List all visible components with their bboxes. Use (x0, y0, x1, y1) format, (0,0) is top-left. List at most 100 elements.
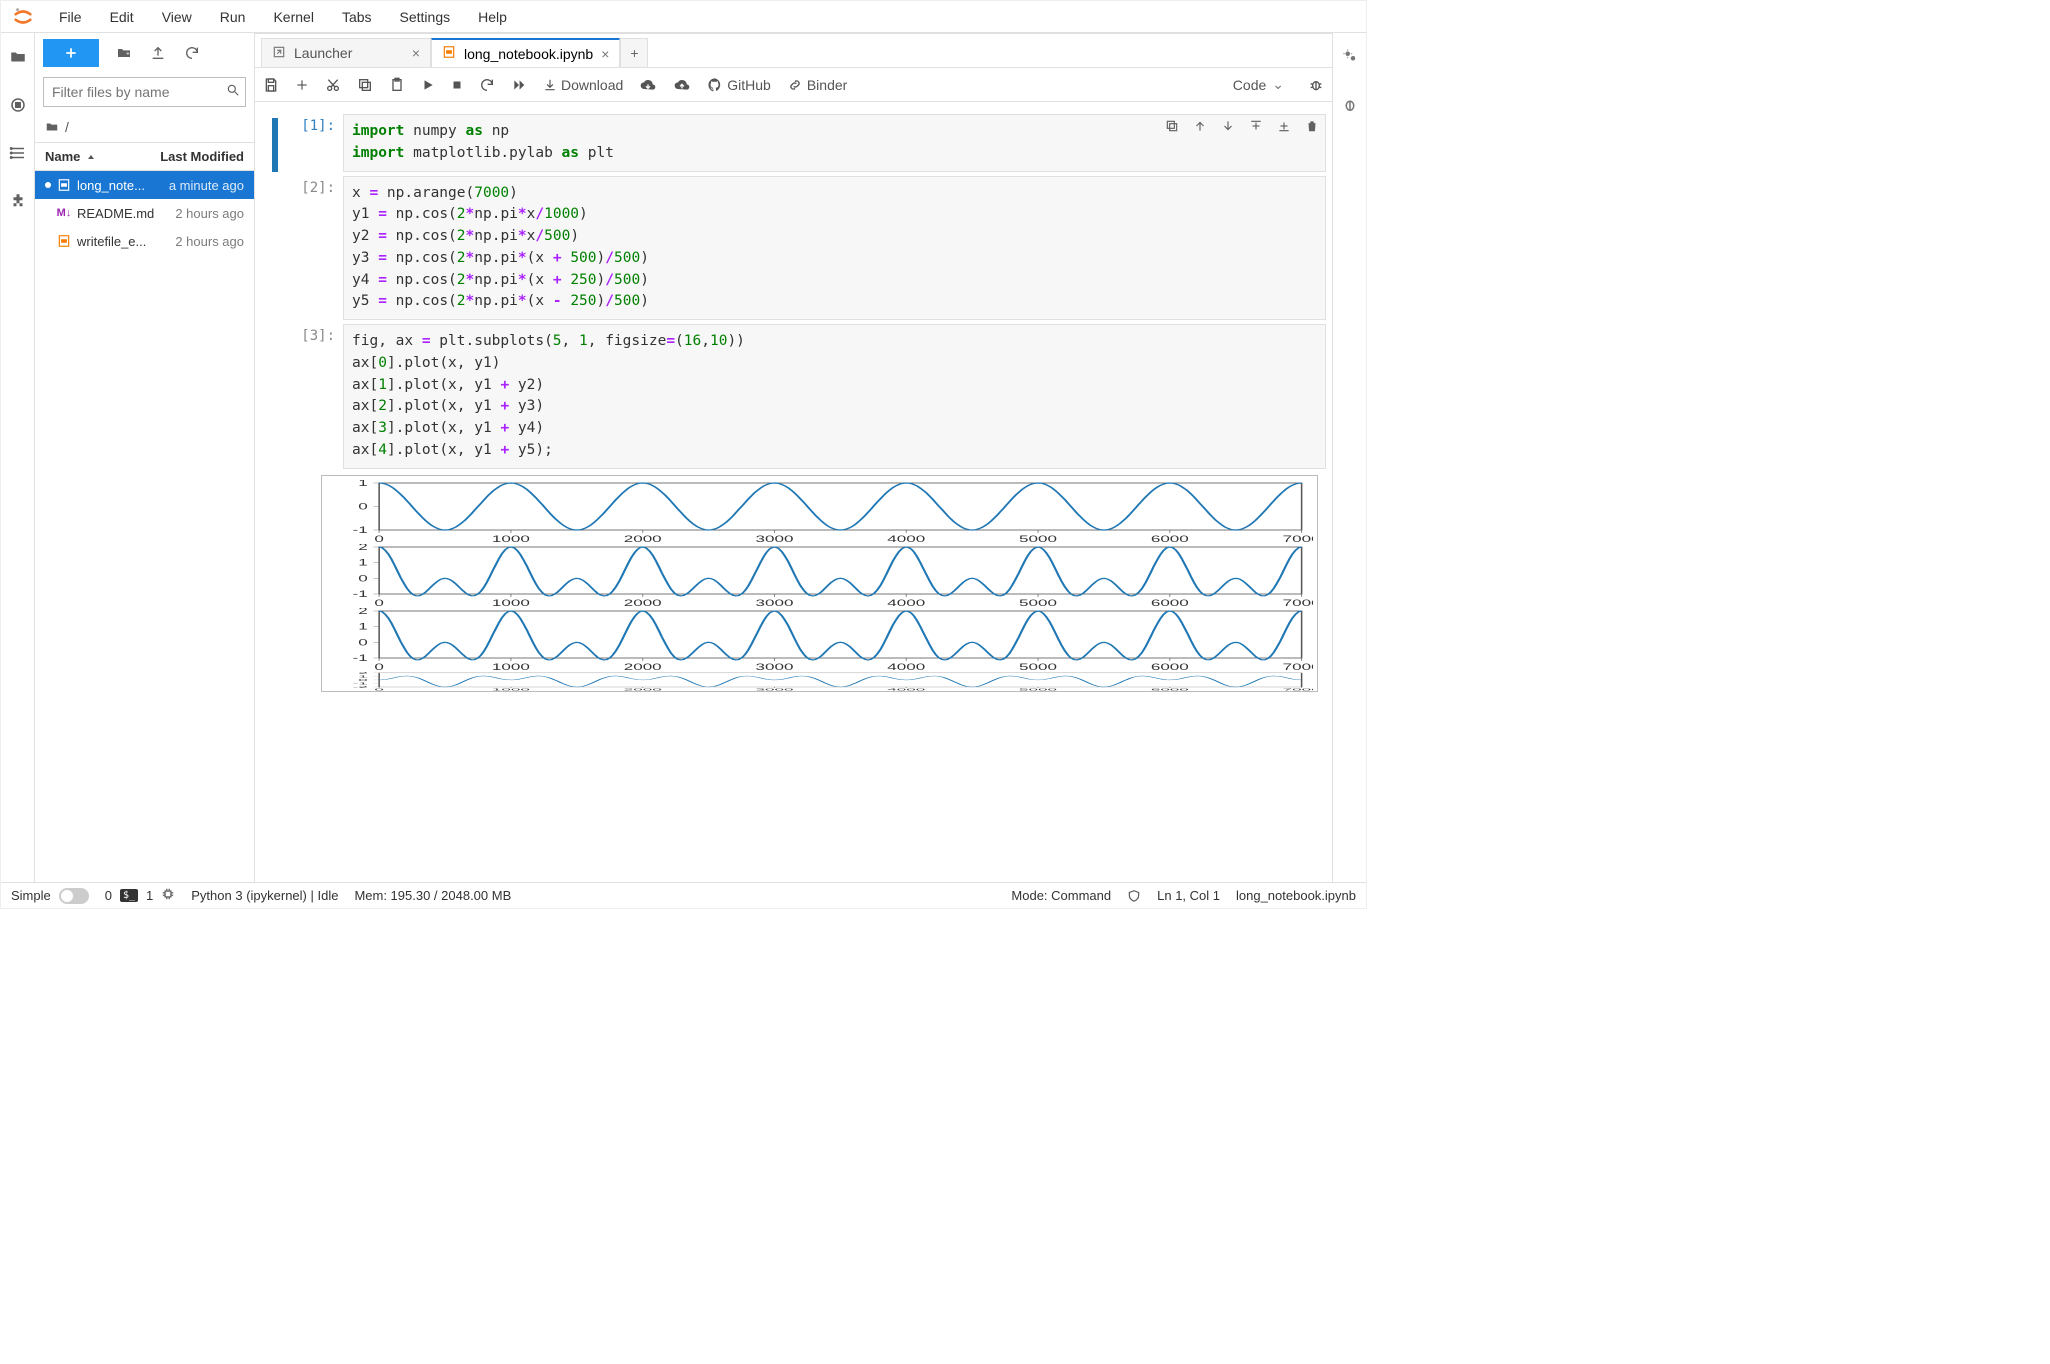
close-icon[interactable]: × (412, 45, 420, 61)
file-row[interactable]: writefile_e...2 hours ago (35, 227, 254, 255)
extensions-icon[interactable] (8, 191, 28, 211)
running-icon[interactable] (8, 95, 28, 115)
menu-kernel[interactable]: Kernel (259, 5, 327, 29)
kernels-count[interactable]: 1 (146, 888, 153, 903)
copy-icon[interactable] (357, 77, 373, 93)
menubar: FileEditViewRunKernelTabsSettingsHelp (1, 1, 1366, 33)
exec-prompt: [3]: (289, 324, 343, 469)
file-row[interactable]: M↓README.md2 hours ago (35, 199, 254, 227)
file-name: long_note... (77, 178, 145, 193)
upload-icon[interactable] (149, 44, 167, 62)
delete-icon[interactable] (1305, 119, 1319, 141)
cut-icon[interactable] (325, 77, 341, 93)
property-inspector-icon[interactable] (1341, 47, 1359, 68)
debug-icon[interactable] (1308, 77, 1324, 93)
svg-text:7000: 7000 (1283, 598, 1313, 608)
simple-toggle[interactable]: Simple (11, 888, 89, 904)
markdown-icon: M↓ (57, 206, 71, 220)
file-browser: + / Name Last Modified long_note...a min… (35, 33, 255, 882)
plot-output: -10101000200030004000500060007000 -10120… (321, 475, 1318, 692)
svg-text:6000: 6000 (1151, 688, 1189, 691)
add-tab-button[interactable]: + (620, 38, 648, 67)
col-name: Name (45, 149, 80, 164)
right-activity-rail (1332, 33, 1366, 882)
kernel-status[interactable]: Python 3 (ipykernel) | Idle (191, 888, 338, 903)
search-icon (226, 83, 240, 100)
svg-text:6000: 6000 (1151, 598, 1189, 608)
stop-icon[interactable] (451, 79, 463, 91)
file-name: writefile_e... (77, 234, 146, 249)
code-cell[interactable]: [3]:fig, ax = plt.subplots(5, 1, figsize… (261, 324, 1326, 469)
file-list: long_note...a minute agoM↓README.md2 hou… (35, 171, 254, 882)
tab-label: long_notebook.ipynb (464, 46, 593, 62)
toggle-icon[interactable] (59, 888, 89, 904)
svg-text:4000: 4000 (887, 598, 925, 608)
svg-text:1: 1 (358, 480, 368, 488)
work-area: Launcher× long_notebook.ipynb × + Download … (255, 33, 1332, 882)
menu-help[interactable]: Help (464, 5, 521, 29)
fast-forward-icon[interactable] (511, 78, 527, 92)
cell-input[interactable]: import numpy as np import matplotlib.pyl… (343, 114, 1326, 172)
file-list-header[interactable]: Name Last Modified (35, 143, 254, 171)
save-icon[interactable] (263, 77, 279, 93)
download-button[interactable]: Download (543, 77, 623, 93)
terminals-count[interactable]: 0 (105, 888, 112, 903)
insert-above-icon[interactable] (1249, 119, 1263, 141)
svg-text:5000: 5000 (1019, 598, 1057, 608)
breadcrumb[interactable]: / (35, 111, 254, 143)
notebook-area[interactable]: [1]: import numpy as np import matplotli… (255, 102, 1332, 882)
cloud-download-icon[interactable] (639, 77, 657, 93)
celltype-select[interactable]: Code ⌄ (1233, 76, 1284, 93)
run-icon[interactable] (421, 78, 435, 92)
file-row[interactable]: long_note...a minute ago (35, 171, 254, 199)
tab-long-notebook-ipynb[interactable]: long_notebook.ipynb × (431, 38, 620, 67)
svg-text:6000: 6000 (1151, 662, 1189, 672)
folder-icon[interactable] (8, 47, 28, 67)
menu-run[interactable]: Run (206, 5, 260, 29)
insert-below-icon[interactable] (1277, 119, 1291, 141)
menu-tabs[interactable]: Tabs (328, 5, 386, 29)
svg-text:2: 2 (358, 672, 368, 674)
github-button[interactable]: GitHub (707, 77, 771, 93)
menu-view[interactable]: View (148, 5, 206, 29)
close-icon[interactable]: × (601, 46, 609, 62)
menu-edit[interactable]: Edit (96, 5, 148, 29)
subplot-2: -101201000200030004000500060007000 (326, 608, 1313, 672)
cell-input[interactable]: fig, ax = plt.subplots(5, 1, figsize=(16… (343, 324, 1326, 469)
svg-text:0: 0 (374, 598, 384, 608)
debugger-icon[interactable] (1341, 96, 1359, 117)
mode-status: Mode: Command (1011, 888, 1111, 903)
svg-text:2000: 2000 (624, 662, 662, 672)
trust-icon[interactable] (1127, 889, 1141, 903)
move-down-icon[interactable] (1221, 119, 1235, 141)
new-folder-icon[interactable]: + (115, 44, 133, 62)
duplicate-icon[interactable] (1165, 119, 1179, 141)
add-cell-icon[interactable] (295, 78, 309, 92)
cloud-upload-icon[interactable] (673, 77, 691, 93)
svg-text:1: 1 (358, 674, 368, 677)
svg-text:2000: 2000 (624, 688, 662, 691)
menu-settings[interactable]: Settings (386, 5, 465, 29)
svg-text:3000: 3000 (755, 688, 793, 691)
svg-text:5000: 5000 (1019, 688, 1057, 691)
menu-file[interactable]: File (45, 5, 96, 29)
jupyter-logo (11, 5, 35, 29)
doc-status[interactable]: long_notebook.ipynb (1236, 888, 1356, 903)
binder-button[interactable]: Binder (787, 77, 847, 93)
refresh-icon[interactable] (183, 44, 201, 62)
tab-launcher[interactable]: Launcher× (261, 38, 431, 67)
filter-files-input[interactable] (43, 77, 246, 107)
paste-icon[interactable] (389, 77, 405, 93)
restart-icon[interactable] (479, 77, 495, 93)
new-launcher-button[interactable] (43, 39, 99, 67)
code-cell[interactable]: [2]:x = np.arange(7000) y1 = np.cos(2*np… (261, 176, 1326, 321)
notebook-toolbar: Download GitHub Binder Code ⌄ (255, 68, 1332, 102)
svg-text:7000: 7000 (1283, 688, 1313, 691)
exec-prompt: [2]: (289, 176, 343, 321)
move-up-icon[interactable] (1193, 119, 1207, 141)
toc-icon[interactable] (8, 143, 28, 163)
code-cell[interactable]: [1]: import numpy as np import matplotli… (261, 114, 1326, 172)
statusbar: Simple 0 $_ 1 Python 3 (ipykernel) | Idl… (1, 882, 1366, 908)
svg-text:1000: 1000 (492, 688, 530, 691)
cell-input[interactable]: x = np.arange(7000) y1 = np.cos(2*np.pi*… (343, 176, 1326, 321)
